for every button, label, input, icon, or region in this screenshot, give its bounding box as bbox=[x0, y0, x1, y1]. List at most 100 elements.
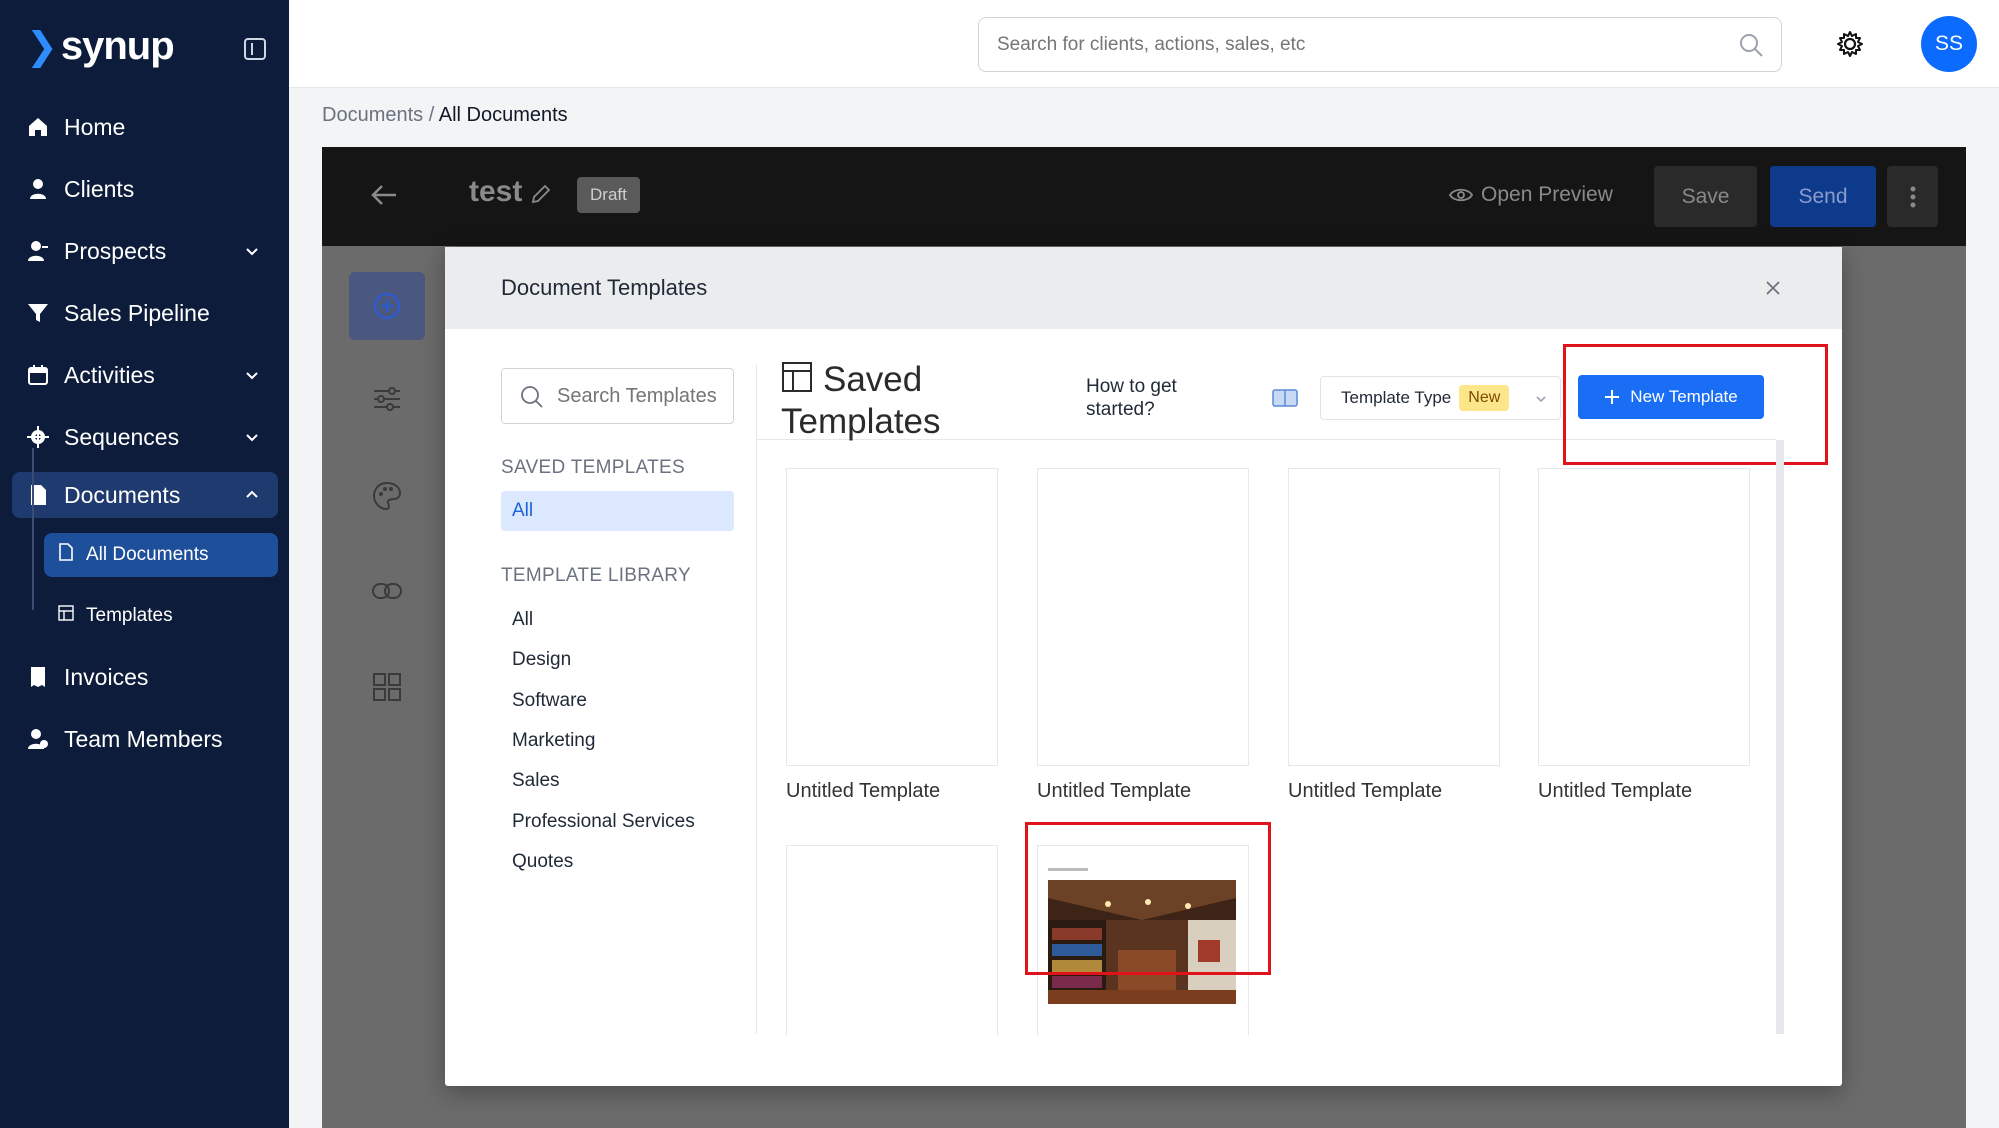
document-templates-modal: Document Templates SAVED TEMPLATES All T… bbox=[445, 247, 1842, 1086]
saved-templates-section-label: SAVED TEMPLATES bbox=[501, 457, 685, 478]
template-card-label[interactable]: Untitled Template bbox=[1037, 780, 1191, 803]
breadcrumb-parent-link[interactable]: Documents bbox=[322, 104, 423, 126]
highlight-box bbox=[1563, 344, 1828, 465]
template-card-label[interactable]: Untitled Template bbox=[1288, 780, 1442, 803]
library-item-all[interactable]: All bbox=[512, 609, 533, 631]
synup-logo[interactable]: ❯ synup bbox=[26, 24, 175, 69]
back-arrow-icon[interactable] bbox=[370, 183, 398, 207]
template-card[interactable] bbox=[786, 468, 998, 766]
open-preview-button[interactable]: Open Preview bbox=[1449, 183, 1613, 207]
breadcrumb-current: All Documents bbox=[438, 104, 568, 126]
sidebar-item-sequences[interactable]: Sequences bbox=[12, 414, 278, 460]
settings-gear-icon[interactable] bbox=[1836, 30, 1864, 58]
breadcrumb-separator: / bbox=[423, 104, 439, 126]
library-item-quotes[interactable]: Quotes bbox=[512, 851, 573, 873]
sidebar-subitem-all-documents[interactable]: All Documents bbox=[44, 533, 278, 577]
template-card-label[interactable]: Untitled Template bbox=[1538, 780, 1692, 803]
calendar-icon bbox=[26, 363, 50, 387]
sidebar-item-label: Team Members bbox=[64, 725, 223, 752]
send-button[interactable]: Send bbox=[1770, 166, 1876, 227]
open-preview-label: Open Preview bbox=[1481, 183, 1613, 206]
chevron-down-icon bbox=[246, 248, 258, 256]
library-item-software[interactable]: Software bbox=[512, 690, 587, 712]
library-item-professional-services[interactable]: Professional Services bbox=[512, 811, 695, 833]
user-icon bbox=[26, 177, 50, 201]
sidebar-subitem-label: Templates bbox=[86, 605, 173, 626]
template-library-section-label: TEMPLATE LIBRARY bbox=[501, 565, 691, 586]
sidebar-subitem-templates[interactable]: Templates bbox=[44, 594, 278, 638]
edit-pencil-icon[interactable] bbox=[530, 183, 552, 205]
template-card[interactable] bbox=[1288, 468, 1500, 766]
sidebar-item-label: Home bbox=[64, 113, 126, 140]
chevron-down-icon bbox=[246, 372, 258, 380]
template-type-dropdown[interactable]: Template Type New bbox=[1320, 376, 1561, 420]
library-item-design[interactable]: Design bbox=[512, 649, 571, 671]
logo-text: synup bbox=[60, 24, 175, 68]
chevron-down-icon bbox=[1536, 396, 1546, 403]
sidebar-item-label: Documents bbox=[64, 481, 181, 508]
save-button[interactable]: Save bbox=[1654, 166, 1757, 227]
palette-icon[interactable] bbox=[349, 462, 425, 530]
grid-icon[interactable] bbox=[349, 653, 425, 721]
tree-line bbox=[32, 448, 34, 610]
sidebar-item-home[interactable]: Home bbox=[12, 104, 278, 150]
sidebar-item-label: Sequences bbox=[64, 423, 180, 450]
scrollbar[interactable] bbox=[1776, 440, 1784, 1034]
logo-chevron-icon: ❯ bbox=[26, 26, 58, 68]
search-icon bbox=[521, 386, 543, 408]
how-to-get-started-link[interactable]: How to get started? bbox=[1086, 375, 1216, 421]
sidebar-item-sales-pipeline[interactable]: Sales Pipeline bbox=[12, 290, 278, 336]
saved-templates-heading: Saved Templates bbox=[781, 360, 941, 441]
sidebar: ❯ synup Home Clients Prospects Sales Pip… bbox=[0, 0, 289, 1128]
template-icon bbox=[58, 605, 74, 627]
gear-icon bbox=[26, 425, 50, 449]
saved-templates-all[interactable]: All bbox=[501, 491, 734, 531]
sidebar-item-invoices[interactable]: Invoices bbox=[12, 654, 278, 700]
file-icon bbox=[58, 543, 74, 567]
user-plus-icon bbox=[26, 239, 50, 263]
library-item-marketing[interactable]: Marketing bbox=[512, 730, 595, 752]
chevron-up-icon bbox=[246, 490, 258, 498]
search-icon[interactable] bbox=[1738, 32, 1764, 58]
panel-divider bbox=[756, 364, 757, 1034]
sidebar-item-label: Invoices bbox=[64, 663, 149, 690]
add-block-icon[interactable] bbox=[349, 272, 425, 340]
sidebar-item-label: Clients bbox=[64, 175, 135, 202]
editor-tool-rail bbox=[322, 246, 453, 1128]
sliders-icon[interactable] bbox=[349, 365, 425, 433]
global-search-input[interactable] bbox=[978, 17, 1782, 72]
template-card[interactable] bbox=[1538, 468, 1750, 766]
eye-icon bbox=[1449, 188, 1473, 202]
editor-toolbar: test Draft Open Preview Save Send bbox=[322, 147, 1966, 246]
user-avatar[interactable]: SS bbox=[1921, 16, 1977, 72]
document-icon bbox=[26, 483, 50, 507]
library-item-sales[interactable]: Sales bbox=[512, 770, 560, 792]
receipt-icon bbox=[26, 665, 50, 689]
status-badge: Draft bbox=[577, 177, 640, 213]
link-icon[interactable] bbox=[349, 557, 425, 625]
sidebar-item-documents[interactable]: Documents bbox=[12, 472, 278, 518]
template-card[interactable] bbox=[786, 845, 998, 1035]
sidebar-item-label: Activities bbox=[64, 361, 155, 388]
sidebar-item-label: Sales Pipeline bbox=[64, 299, 210, 326]
chevron-down-icon bbox=[246, 434, 258, 442]
document-title[interactable]: test bbox=[469, 175, 522, 209]
sidebar-item-team-members[interactable]: Team Members bbox=[12, 716, 278, 762]
sidebar-item-clients[interactable]: Clients bbox=[12, 166, 278, 212]
close-icon[interactable] bbox=[1763, 278, 1783, 298]
sidebar-item-label: Prospects bbox=[64, 237, 167, 264]
template-type-label: Template Type bbox=[1341, 388, 1452, 407]
breadcrumb: Documents / All Documents bbox=[322, 104, 568, 127]
new-badge: New bbox=[1459, 385, 1510, 411]
sidebar-item-activities[interactable]: Activities bbox=[12, 352, 278, 398]
highlight-box bbox=[1025, 822, 1271, 975]
home-icon bbox=[26, 115, 50, 139]
more-options-icon[interactable] bbox=[1887, 166, 1938, 227]
template-card-label[interactable]: Untitled Template bbox=[786, 780, 940, 803]
open-book-icon[interactable] bbox=[1272, 388, 1298, 408]
funnel-icon bbox=[26, 301, 50, 325]
template-card[interactable] bbox=[1037, 468, 1249, 766]
topbar: SS bbox=[289, 0, 1999, 88]
sidebar-item-prospects[interactable]: Prospects bbox=[12, 228, 278, 274]
sidebar-collapse-icon[interactable] bbox=[244, 38, 266, 60]
